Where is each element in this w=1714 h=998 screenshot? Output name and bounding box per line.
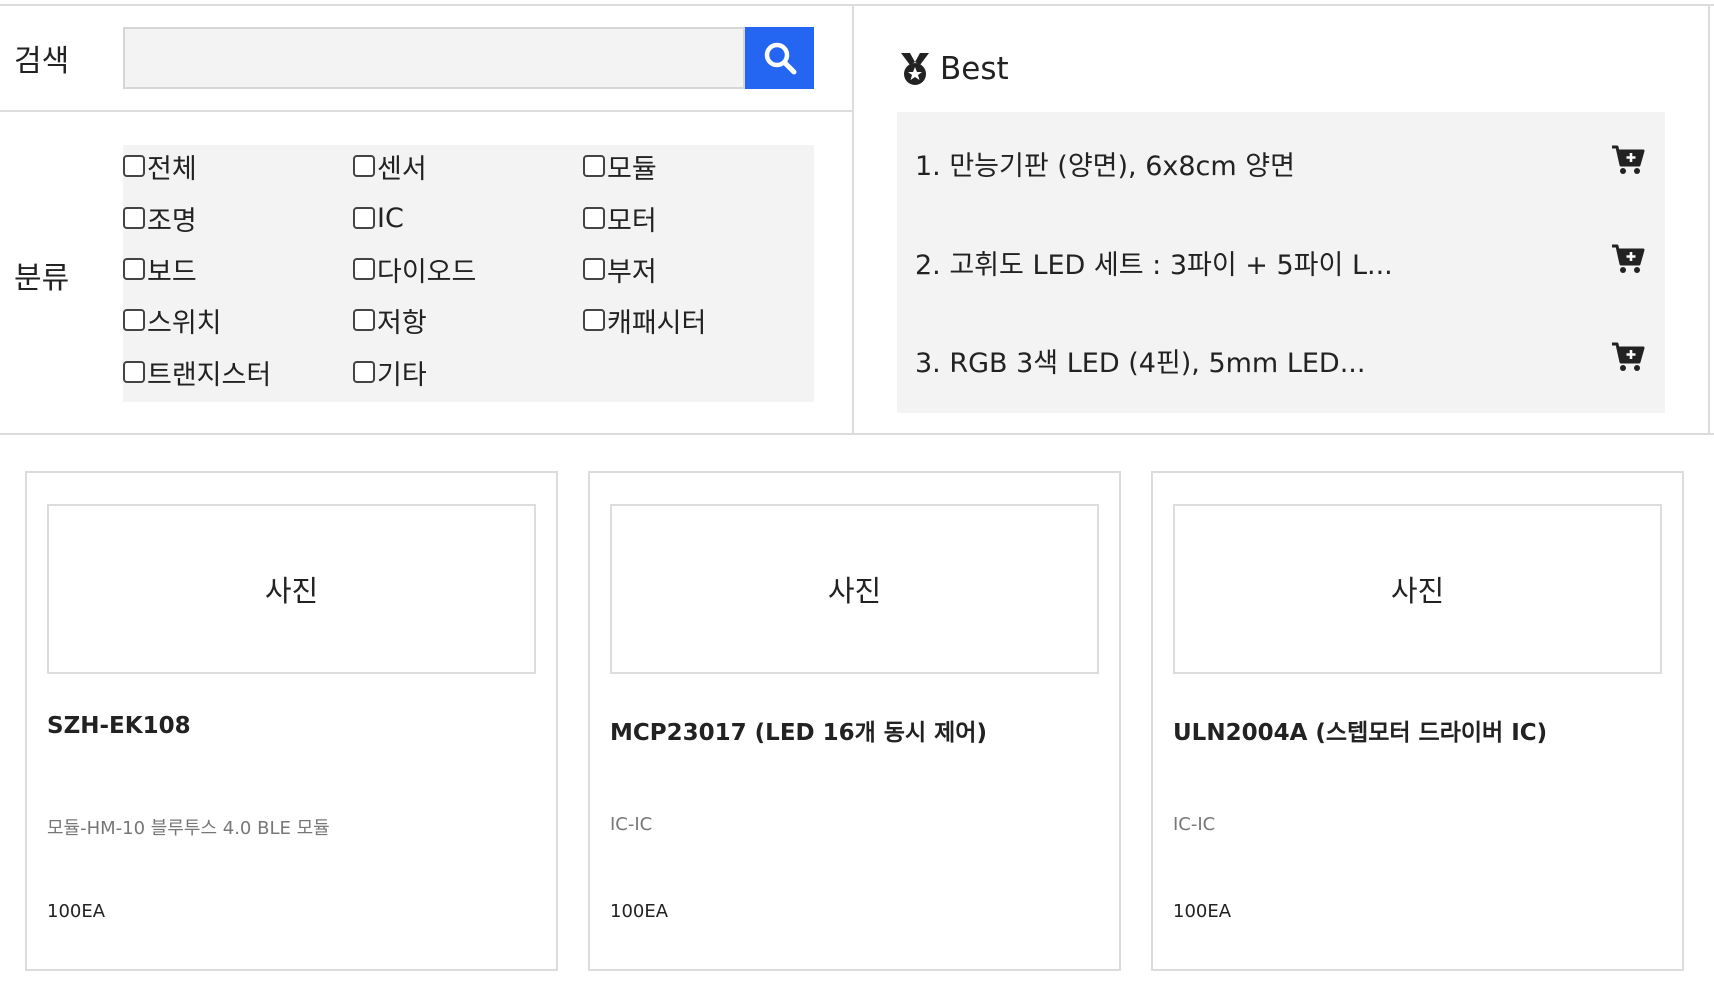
category-panel: 전체 센서 모듈 조명 IC 모터 보드 다이오드 부저 스위치 저항 캐패시터… [123,145,814,402]
product-name[interactable]: MCP23017 (LED 16개 동시 제어) [610,713,987,747]
category-option-label: 캐패시터 [607,307,707,339]
category-option-label: 기타 [377,359,427,391]
product-photo-placeholder[interactable]: 사진 [610,504,1099,674]
category-option-label: 다이오드 [377,256,477,288]
checkbox[interactable] [123,207,145,229]
product-card[interactable]: 사진 MCP23017 (LED 16개 동시 제어) IC-IC 100EA [588,471,1121,971]
checkbox[interactable] [123,258,145,280]
cart-icon [1612,342,1645,371]
best-item-text[interactable]: 3. RGB 3색 LED (4핀), 5mm LED... [915,341,1365,380]
search-button[interactable] [745,27,814,89]
checkbox[interactable] [353,309,375,331]
checkbox[interactable] [123,361,145,383]
category-option-label: 전체 [147,153,197,185]
add-to-cart-button[interactable] [1611,341,1645,380]
middle-divider [852,4,854,435]
checkbox[interactable] [583,155,605,177]
checkbox[interactable] [353,361,375,383]
add-to-cart-button[interactable] [1611,243,1645,282]
category-option-label: 보드 [147,256,197,288]
category-option-label: 모듈 [607,153,657,185]
category-checkbox-sensor[interactable]: 센서 [353,146,427,186]
product-name[interactable]: ULN2004A (스텝모터 드라이버 IC) [1173,713,1547,747]
category-checkbox-capacitor[interactable]: 캐패시터 [583,300,706,340]
category-checkbox-all[interactable]: 전체 [123,146,197,186]
best-item[interactable]: 2. 고휘도 LED 세트 : 3파이 + 5파이 L... [915,237,1645,287]
cart-icon [1612,244,1645,273]
category-checkbox-lighting[interactable]: 조명 [123,198,197,238]
checkbox[interactable] [123,309,145,331]
category-option-label: 스위치 [147,307,222,339]
category-option-label: 센서 [377,153,427,185]
category-option-label: 저항 [377,307,427,339]
top-border [0,4,1714,6]
checkbox[interactable] [353,258,375,280]
best-item-text[interactable]: 1. 만능기판 (양면), 6x8cm 양면 [915,144,1295,183]
best-list: 1. 만능기판 (양면), 6x8cm 양면 2. 고휘도 LED 세트 : 3… [897,112,1665,413]
product-card[interactable]: 사진 SZH-EK108 모듈-HM-10 블루투스 4.0 BLE 모듈 10… [25,471,558,971]
best-title: Best [940,51,1009,87]
best-item[interactable]: 3. RGB 3색 LED (4핀), 5mm LED... [915,335,1645,385]
product-category: 모듈-HM-10 블루투스 4.0 BLE 모듈 [47,818,330,839]
photo-label: 사진 [264,574,319,608]
category-checkbox-transistor[interactable]: 트랜지스터 [123,352,271,392]
search-label: 검색 [14,44,70,79]
product-stock: 100EA [610,901,669,922]
product-stock: 100EA [47,901,106,922]
photo-label: 사진 [827,574,882,608]
checkbox[interactable] [353,207,375,229]
category-label: 분류 [14,261,70,296]
category-checkbox-switch[interactable]: 스위치 [123,300,222,340]
category-option-label: 모터 [607,205,657,237]
search-icon [764,42,796,75]
checkbox[interactable] [583,207,605,229]
product-name[interactable]: SZH-EK108 [47,713,191,739]
product-card[interactable]: 사진 ULN2004A (스텝모터 드라이버 IC) IC-IC 100EA [1151,471,1684,971]
category-option-label: 부저 [607,256,657,288]
category-option-label: IC [377,202,404,234]
product-category: IC-IC [610,814,653,835]
category-checkbox-ic[interactable]: IC [353,198,404,238]
category-option-label: 트랜지스터 [147,359,272,391]
filter-bottom-border [0,433,1714,435]
product-category: IC-IC [1173,814,1216,835]
add-to-cart-button[interactable] [1611,144,1645,183]
category-checkbox-module[interactable]: 모듈 [583,146,657,186]
right-border [1708,4,1710,435]
product-stock: 100EA [1173,901,1232,922]
category-checkbox-buzzer[interactable]: 부저 [583,249,657,289]
product-photo-placeholder[interactable]: 사진 [1173,504,1662,674]
search-divider [0,110,852,112]
search-input[interactable] [123,27,745,89]
checkbox[interactable] [583,258,605,280]
best-header: Best [898,46,1009,92]
cart-icon [1612,145,1645,174]
medal-icon [901,53,929,85]
checkbox[interactable] [353,155,375,177]
photo-label: 사진 [1390,574,1445,608]
category-checkbox-motor[interactable]: 모터 [583,198,657,238]
category-checkbox-board[interactable]: 보드 [123,249,197,289]
category-checkbox-etc[interactable]: 기타 [353,352,427,392]
best-item[interactable]: 1. 만능기판 (양면), 6x8cm 양면 [915,138,1645,188]
category-checkbox-diode[interactable]: 다이오드 [353,249,476,289]
checkbox[interactable] [583,309,605,331]
category-checkbox-resistor[interactable]: 저항 [353,300,427,340]
category-option-label: 조명 [147,205,197,237]
product-photo-placeholder[interactable]: 사진 [47,504,536,674]
best-item-text[interactable]: 2. 고휘도 LED 세트 : 3파이 + 5파이 L... [915,243,1393,282]
checkbox[interactable] [123,155,145,177]
